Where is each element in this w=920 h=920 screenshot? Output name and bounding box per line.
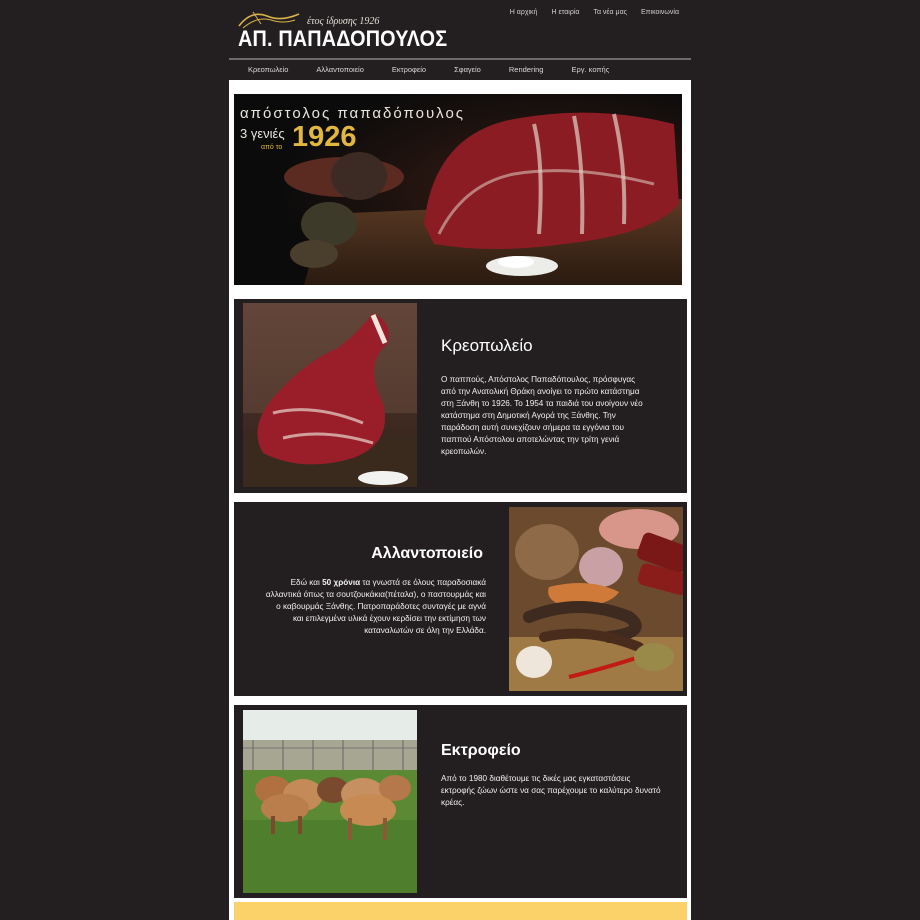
top-nav-company[interactable]: Η εταιρία — [551, 9, 579, 16]
nav-rendering[interactable]: Rendering — [509, 65, 544, 74]
site-header: έτος ίδρυσης 1926 ΑΠ. ΠΑΠΑΔΟΠΟΥΛΟΣ Η αρχ… — [229, 0, 691, 58]
section-farm: Εκτροφείο Από το 1980 διαθέτουμε τις δικ… — [234, 705, 687, 898]
page: έτος ίδρυσης 1926 ΑΠ. ΠΑΠΑΔΟΠΟΥΛΟΣ Η αρχ… — [229, 0, 691, 920]
nav-butcher[interactable]: Κρεοπωλείο — [248, 65, 288, 74]
section-charcuterie-text-start: Εδώ και — [290, 578, 323, 587]
hero-generations: 3 γενιές — [240, 126, 285, 141]
section-charcuterie-text: Εδώ και 50 χρόνια τα γνωστά σε όλους παρ… — [264, 577, 486, 637]
header-divider — [229, 58, 691, 60]
nav-farm[interactable]: Εκτροφείο — [392, 65, 426, 74]
section-charcuterie-title: Αλλαντοποιείο — [371, 545, 483, 562]
nav-slaughterhouse[interactable]: Σφαγείο — [454, 65, 481, 74]
section-butcher: Κρεοπωλείο Ο παππούς, Απόστολος Παπαδόπο… — [234, 299, 687, 493]
main-nav: Κρεοπωλείο Αλλαντοποιείο Εκτροφείο Σφαγε… — [229, 61, 691, 78]
top-nav: Η αρχική Η εταιρία Τα νέα μας Επικοινωνί… — [510, 9, 679, 16]
charcuterie-image — [509, 507, 683, 691]
hero-since: από το — [261, 144, 283, 151]
nav-cutting[interactable]: Εργ. κοπής — [571, 65, 609, 74]
section-charcuterie: Αλλαντοποιείο Εδώ και 50 χρόνια τα γνωστ… — [234, 502, 687, 696]
nav-charcuterie[interactable]: Αλλαντοποιείο — [316, 65, 363, 74]
section-butcher-text: Ο παππούς, Απόστολος Παπαδόπουλος, πρόσφ… — [441, 375, 643, 456]
farm-cattle-image — [243, 710, 417, 893]
section-farm-text: Από το 1980 διαθέτουμε τις δικές μας εγκ… — [441, 774, 661, 807]
section-butcher-title: Κρεοπωλείο — [441, 336, 533, 355]
hero-year: 1926 — [292, 121, 357, 153]
section-charcuterie-text-bold: 50 χρόνια — [322, 578, 361, 587]
logo-name[interactable]: ΑΠ. ΠΑΠΑΔΟΠΟΥΛΟΣ — [238, 26, 447, 52]
section-farm-title: Εκτροφείο — [441, 742, 521, 759]
top-nav-home[interactable]: Η αρχική — [510, 9, 538, 16]
hero-title: απόστολος παπαδόπουλος — [240, 105, 466, 122]
hero-banner: απόστολος παπαδόπουλος 3 γενιές από το 1… — [234, 94, 682, 285]
top-nav-contact[interactable]: Επικοινωνία — [641, 9, 679, 16]
footer-band — [234, 902, 687, 920]
top-nav-news[interactable]: Τα νέα μας — [593, 9, 627, 16]
content-area: απόστολος παπαδόπουλος 3 γενιές από το 1… — [229, 80, 691, 920]
butcher-meat-image — [243, 303, 417, 487]
